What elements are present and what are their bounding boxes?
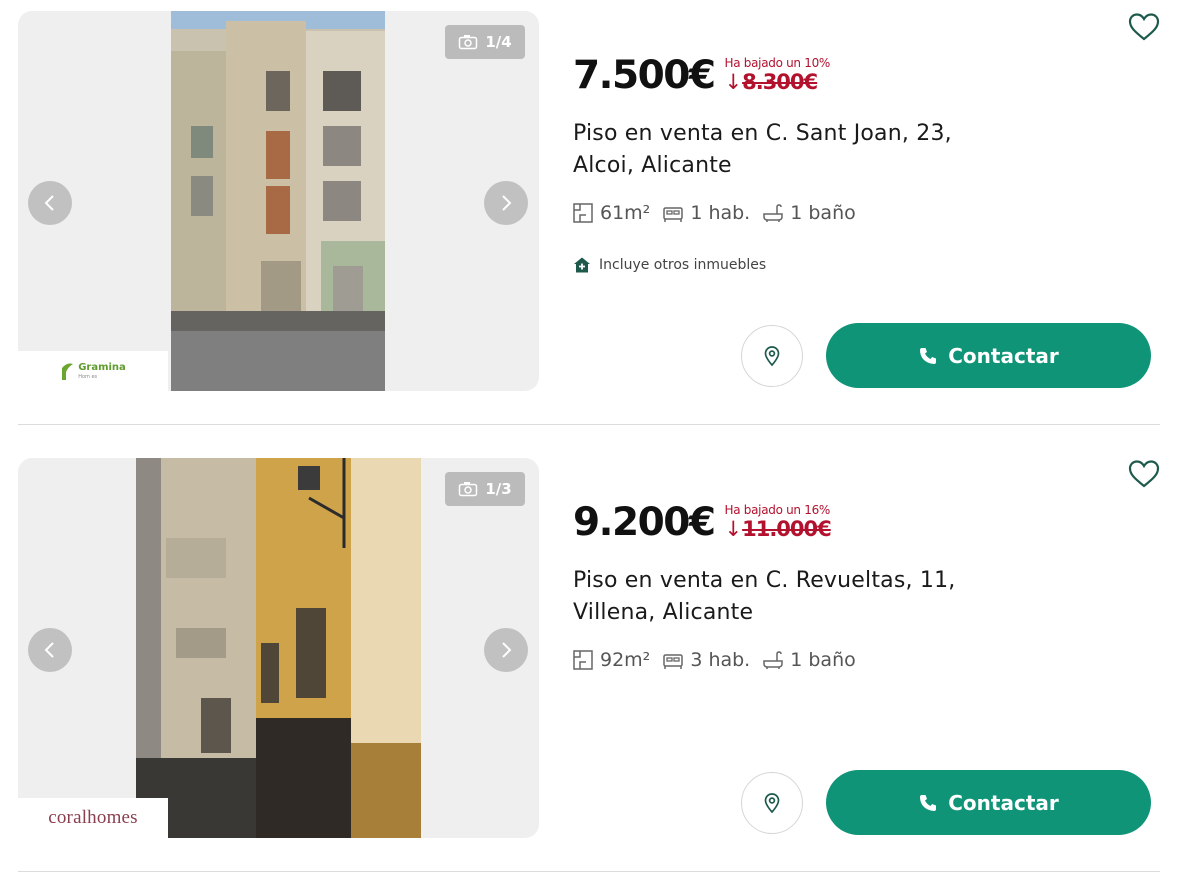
listing-title[interactable]: Piso en venta en C. Revueltas, 11, Ville… — [573, 565, 993, 629]
price-block: 7.500€ Ha bajado un 10% ↓8.300€ — [573, 52, 830, 100]
feature-baths: 1 baño — [762, 649, 856, 671]
feature-area-text: 92m² — [600, 649, 651, 671]
feature-area-text: 61m² — [600, 202, 651, 224]
extra-note: Incluye otros inmuebles — [573, 256, 766, 274]
feature-rooms: 1 hab. — [662, 202, 750, 224]
bathtub-icon — [763, 651, 783, 669]
agency-logo-sub: Hom es — [78, 373, 98, 380]
feature-baths-text: 1 baño — [790, 649, 856, 671]
down-arrow-icon: ↓ — [724, 517, 743, 541]
price-block: 9.200€ Ha bajado un 16% ↓11.000€ — [573, 499, 832, 547]
heart-icon — [1128, 13, 1160, 41]
old-price: ↓11.000€ — [724, 517, 832, 541]
listing-features: 92m² 3 hab. 1 baño — [572, 649, 856, 671]
heart-icon — [1128, 460, 1160, 488]
next-photo-button[interactable] — [484, 628, 528, 672]
chevron-left-icon — [44, 642, 54, 658]
agency-logo-name: coralhomes — [48, 807, 138, 828]
floor-plan-icon — [573, 650, 593, 670]
previous-photo-button[interactable] — [28, 628, 72, 672]
down-arrow-icon: ↓ — [724, 70, 743, 94]
price-drop: Ha bajado un 16% ↓11.000€ — [724, 503, 832, 542]
listing-title[interactable]: Piso en venta en C. Sant Joan, 23, Alcoi… — [573, 118, 993, 182]
chevron-right-icon — [502, 642, 512, 658]
favorite-button[interactable] — [1128, 12, 1160, 42]
camera-icon — [459, 35, 478, 50]
contact-button[interactable]: Contactar — [826, 323, 1151, 388]
agency-logo-name: Gramina — [78, 361, 126, 373]
photo-gallery[interactable]: 1/4 Gramina Hom es — [18, 11, 539, 391]
bed-icon — [663, 654, 684, 669]
photo-counter: 1/4 — [445, 25, 525, 59]
previous-photo-button[interactable] — [28, 181, 72, 225]
feature-baths-text: 1 baño — [790, 202, 856, 224]
photo-counter-text: 1/3 — [485, 480, 512, 498]
map-pin-icon — [764, 793, 780, 814]
feature-rooms-text: 3 hab. — [690, 649, 751, 671]
feature-rooms-text: 1 hab. — [690, 202, 751, 224]
bathtub-icon — [763, 204, 783, 222]
price: 7.500€ — [573, 53, 716, 98]
floor-plan-icon — [573, 203, 593, 223]
chevron-right-icon — [502, 195, 512, 211]
next-photo-button[interactable] — [484, 181, 528, 225]
listing-card[interactable]: 1/3 coralhomes 9.200€ Ha bajado un 16% ↓… — [0, 447, 1200, 894]
listing-divider — [18, 871, 1160, 872]
listing-card[interactable]: 1/4 Gramina Hom es 7.500€ Ha bajado un 1… — [0, 0, 1200, 447]
agency-logo: Gramina Hom es — [18, 351, 168, 391]
map-button[interactable] — [741, 772, 803, 834]
photo-gallery[interactable]: 1/3 coralhomes — [18, 458, 539, 838]
contact-button-label: Contactar — [948, 790, 1059, 815]
listing-photo[interactable] — [171, 11, 385, 391]
contact-button-label: Contactar — [948, 343, 1059, 368]
gramina-logo-mark — [62, 363, 74, 380]
house-plus-icon — [574, 257, 590, 273]
old-price-value: 8.300€ — [742, 70, 818, 94]
favorite-button[interactable] — [1128, 459, 1160, 489]
map-pin-icon — [764, 346, 780, 367]
price-drop: Ha bajado un 10% ↓8.300€ — [724, 56, 831, 95]
feature-baths: 1 baño — [762, 202, 856, 224]
feature-rooms: 3 hab. — [662, 649, 750, 671]
feature-area: 92m² — [572, 649, 650, 671]
extra-note-text: Incluye otros inmuebles — [599, 257, 767, 273]
photo-counter: 1/3 — [445, 472, 525, 506]
old-price-value: 11.000€ — [742, 517, 832, 541]
price-drop-note: Ha bajado un 16% — [724, 503, 831, 517]
listing-photo[interactable] — [136, 458, 421, 838]
phone-icon — [920, 347, 937, 364]
contact-button[interactable]: Contactar — [826, 770, 1151, 835]
listing-features: 61m² 1 hab. 1 baño — [572, 202, 856, 224]
listing-divider — [18, 424, 1160, 425]
map-button[interactable] — [741, 325, 803, 387]
photo-counter-text: 1/4 — [485, 33, 512, 51]
agency-logo: coralhomes — [18, 798, 168, 838]
price: 9.200€ — [573, 500, 716, 545]
old-price: ↓8.300€ — [725, 70, 831, 94]
feature-area: 61m² — [572, 202, 650, 224]
chevron-left-icon — [44, 195, 54, 211]
camera-icon — [459, 482, 478, 497]
price-drop-note: Ha bajado un 10% — [724, 56, 831, 70]
phone-icon — [920, 794, 937, 811]
bed-icon — [663, 207, 684, 222]
